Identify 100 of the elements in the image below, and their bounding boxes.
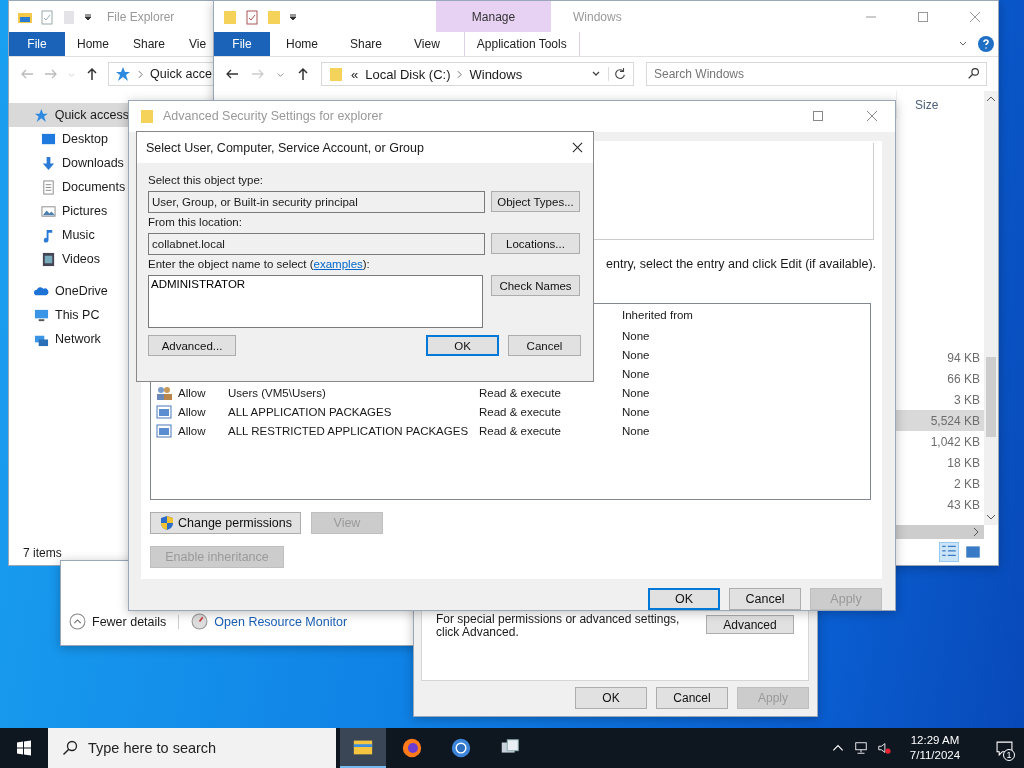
column-header[interactable]: Inherited from [622,309,870,322]
principal-name: ALL RESTRICTED APPLICATION PACKAGES [228,425,469,438]
field-label: Select this object type: [148,174,265,188]
ribbon-tab[interactable]: Share [121,32,178,56]
access-level: Read & execute [479,425,561,438]
access-level: Read & execute [479,387,561,400]
nav-item[interactable]: OneDrive [9,279,129,303]
principal-name: Users (VM5\Users) [228,387,326,400]
file-size[interactable]: 18 KB [896,452,984,473]
breadcrumb-item[interactable]: Local Disk (C:) [365,66,451,82]
details-toggle[interactable]: Fewer details [92,614,167,629]
principal-name: ALL APPLICATION PACKAGES [228,406,392,419]
examples-link[interactable]: examples [313,258,363,270]
scroll-down-icon[interactable] [986,513,996,521]
file-size[interactable]: 3 KB [896,389,984,410]
object-type-field: User, Group, or Built-in security principal [148,191,485,213]
ribbon-tab[interactable]: Application Tools [463,32,580,56]
resource-monitor-link[interactable]: Open Resource Monitor [214,614,348,629]
change-permissions-button[interactable]: Change permissions [150,511,301,534]
advanced-button[interactable]: Advanced... [148,335,236,356]
collapse-icon[interactable] [69,613,86,630]
scrollbar[interactable] [896,525,984,539]
dialog-button[interactable]: OK [648,588,720,610]
nav-item[interactable]: Desktop [9,127,129,151]
properties-icon[interactable] [244,8,260,25]
ribbon-tab[interactable]: Home [65,32,121,56]
nav-item[interactable]: Music [9,223,129,247]
status-text: 7 items [23,546,62,560]
network-icon[interactable] [854,741,868,755]
dialog-button[interactable]: Cancel [729,588,801,610]
window-title: File Explorer [107,9,175,24]
nav-item[interactable]: This PC [9,303,129,327]
large-icons-view-icon[interactable] [964,543,982,561]
package-icon [156,404,172,421]
pictures-icon [41,203,56,219]
file-size[interactable]: 1,042 KB [896,431,984,452]
help-icon[interactable] [978,36,994,52]
ribbon-tab[interactable]: Vie [177,32,207,56]
address-bar[interactable]: Quick acce [108,62,214,86]
nav-item[interactable]: Pictures [9,199,129,223]
folder-icon [139,108,155,125]
scroll-right-icon[interactable] [972,527,980,537]
notification-icon [995,739,1013,757]
clock-time[interactable]: 12:29 AM [910,733,960,748]
folder-icon [222,8,238,25]
details-view-icon[interactable] [940,543,958,561]
close-icon[interactable] [572,142,583,153]
permission-type: Allow [178,406,206,419]
muted-speaker-icon[interactable] [877,741,891,755]
notification-button[interactable]: 1 [984,728,1024,768]
window-title: Advanced Security Settings for explorer [163,109,383,124]
ribbon-tab[interactable]: View [398,32,456,56]
documents-icon [41,179,56,195]
check-names-button[interactable]: Check Names [491,275,580,296]
advanced-button[interactable]: Advanced [706,615,794,634]
ribbon-tab[interactable]: Home [270,32,334,56]
permission-type: Allow [178,425,206,438]
search-field[interactable]: Search Windows [646,62,987,86]
dropdown-icon[interactable] [83,11,93,22]
file-size[interactable]: 43 KB [896,494,984,515]
locations-button[interactable]: Locations... [491,233,580,254]
nav-item[interactable]: Quick access [9,103,129,127]
folder-icon [328,66,344,82]
videos-icon [41,251,56,267]
gauge-icon [191,613,209,630]
nav-item[interactable]: Videos [9,247,129,271]
dialog-button[interactable]: Cancel [656,687,728,709]
dropdown-icon[interactable] [288,11,298,22]
star-icon [34,107,49,123]
nav-item[interactable]: Documents [9,175,129,199]
address-text: Quick acce [150,67,212,81]
inherited-from: None [622,368,650,381]
file-size[interactable]: 2 KB [896,473,984,494]
breadcrumb-item[interactable]: « [351,66,359,82]
dialog-button[interactable]: OK [575,687,647,709]
notification-count: 1 [1003,749,1015,761]
object-name-field[interactable]: ADMINISTRATOR [148,275,483,328]
breadcrumb-item[interactable]: Windows [469,66,523,82]
file-size[interactable]: 66 KB [896,368,984,389]
object-types-button[interactable]: Object Types... [491,191,580,212]
taskbar-search-field[interactable]: Type here to search [48,728,336,768]
file-size[interactable]: 94 KB [896,347,984,368]
refresh-icon[interactable] [608,67,627,81]
nav-item[interactable]: Network [9,327,129,351]
users-icon [156,385,172,402]
address-bar[interactable]: « Local Disk (C:) Windows [321,62,634,86]
dialog-button[interactable]: OK [426,335,499,356]
nav-item[interactable]: Downloads [9,151,129,175]
taskbar-app[interactable] [340,728,386,768]
inherited-from: None [622,349,650,362]
dialog-button[interactable]: Cancel [508,335,581,356]
location-field: collabnet.local [148,233,485,255]
ribbon-tab[interactable]: Share [334,32,399,56]
file-size[interactable]: 5,524 KB [896,410,984,431]
chevron-icon [457,69,463,79]
scroll-up-icon[interactable] [986,95,996,103]
clock-date[interactable]: 7/11/2024 [909,748,961,763]
ribbon-tab[interactable]: File [214,32,270,56]
scroll-thumb[interactable] [986,357,996,437]
scrollbar[interactable] [984,91,998,525]
